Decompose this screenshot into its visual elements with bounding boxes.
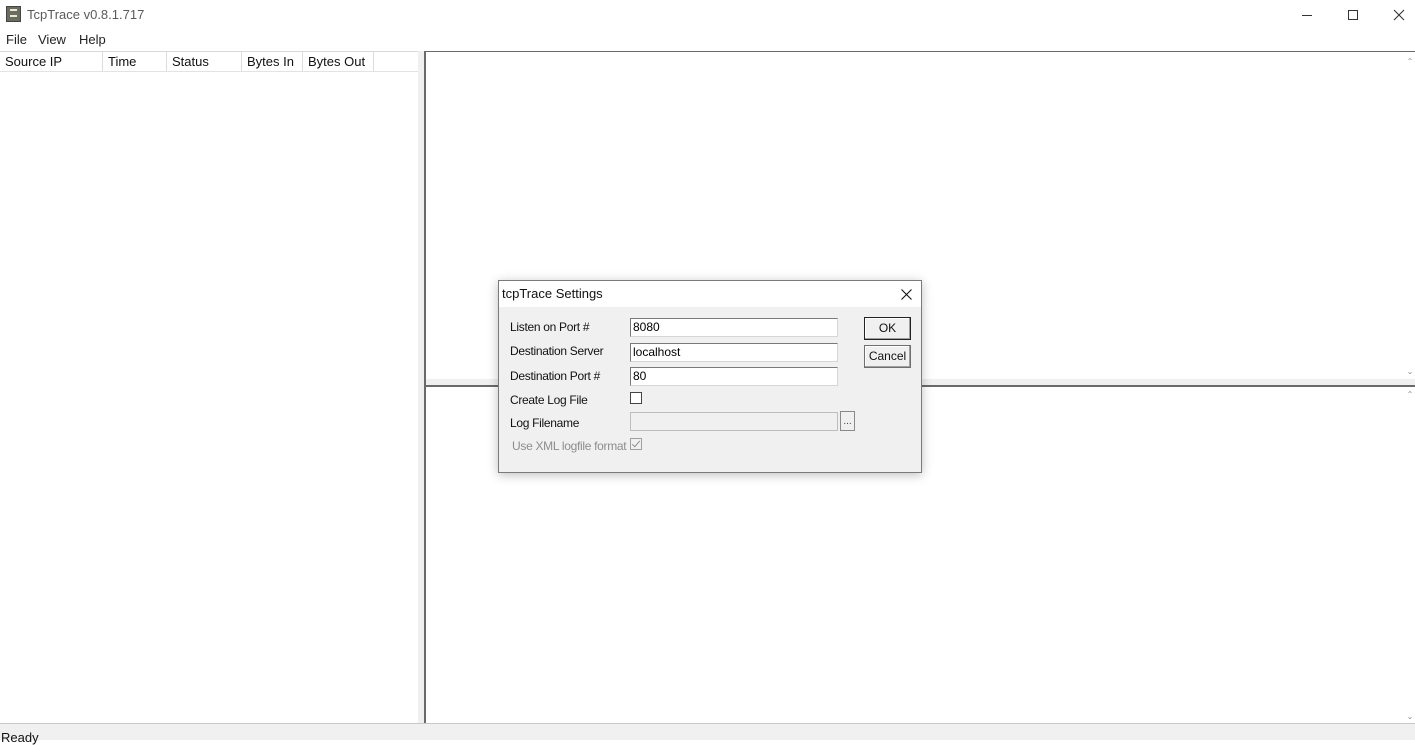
vertical-splitter[interactable] — [418, 51, 426, 723]
destination-port-label: Destination Port # — [510, 369, 600, 383]
app-icon — [6, 6, 21, 22]
column-filler — [374, 52, 418, 71]
close-icon — [1393, 9, 1405, 21]
listen-port-input[interactable]: 8080 — [630, 318, 838, 337]
column-time[interactable]: Time — [103, 52, 167, 71]
log-filename-input[interactable] — [630, 412, 838, 431]
scroll-up-icon[interactable]: ⌃ — [1406, 390, 1414, 399]
maximize-icon — [1348, 10, 1358, 20]
status-text: Ready — [1, 730, 39, 745]
status-bar: Ready — [0, 723, 1415, 745]
column-bytes-in[interactable]: Bytes In — [242, 52, 303, 71]
log-filename-label: Log Filename — [510, 416, 580, 430]
minimize-button[interactable] — [1284, 0, 1330, 30]
xml-format-checkbox[interactable] — [630, 438, 642, 450]
dialog-title-bar[interactable]: tcpTrace Settings — [499, 281, 921, 307]
list-header: Source IP Time Status Bytes In Bytes Out — [0, 52, 418, 72]
menu-file[interactable]: File — [6, 32, 27, 47]
scroll-down-icon[interactable]: ⌄ — [1406, 712, 1414, 721]
title-bar: TcpTrace v0.8.1.717 — [0, 0, 1415, 30]
listen-port-label: Listen on Port # — [510, 320, 590, 334]
minimize-icon — [1302, 14, 1312, 16]
menu-bar: File View Help — [0, 30, 1415, 50]
request-scrollbar[interactable]: ⌃ ⌄ — [1405, 52, 1415, 380]
column-status[interactable]: Status — [167, 52, 242, 71]
maximize-button[interactable] — [1330, 0, 1376, 30]
column-source-ip[interactable]: Source IP — [0, 52, 103, 71]
ok-button[interactable]: OK — [864, 317, 911, 340]
create-log-label: Create Log File — [510, 393, 588, 407]
dialog-close-button[interactable] — [891, 282, 921, 306]
destination-port-input[interactable]: 80 — [630, 367, 838, 386]
close-button[interactable] — [1376, 0, 1415, 30]
settings-dialog: tcpTrace Settings Listen on Port # 8080 … — [498, 280, 922, 473]
scroll-down-icon[interactable]: ⌄ — [1406, 367, 1414, 376]
response-scrollbar[interactable]: ⌃ ⌄ — [1405, 387, 1415, 725]
scroll-up-icon[interactable]: ⌃ — [1406, 57, 1414, 66]
create-log-checkbox[interactable] — [630, 392, 642, 404]
destination-server-input[interactable]: localhost — [630, 343, 838, 362]
dialog-title: tcpTrace Settings — [502, 286, 603, 301]
menu-help[interactable]: Help — [79, 32, 106, 47]
cancel-button[interactable]: Cancel — [864, 345, 911, 368]
browse-button[interactable]: ... — [840, 411, 855, 431]
destination-server-label: Destination Server — [510, 344, 604, 358]
column-bytes-out[interactable]: Bytes Out — [303, 52, 374, 71]
xml-format-label: Use XML logfile format — [512, 439, 627, 453]
menu-view[interactable]: View — [38, 32, 66, 47]
connection-list[interactable]: Source IP Time Status Bytes In Bytes Out — [0, 51, 418, 725]
window-title: TcpTrace v0.8.1.717 — [27, 7, 145, 22]
close-icon — [900, 288, 912, 300]
